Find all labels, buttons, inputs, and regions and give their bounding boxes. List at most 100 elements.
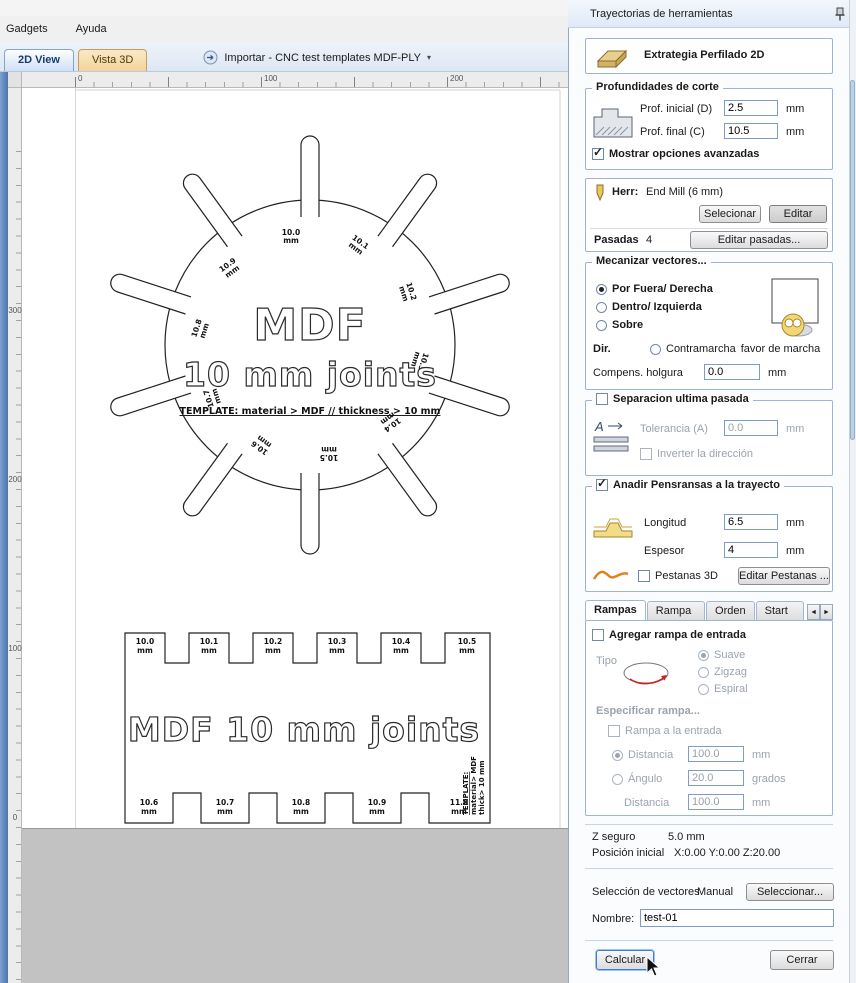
comb-size-label: 10.9 mm (368, 798, 387, 816)
comb-title: MDF 10 mm joints (128, 710, 480, 749)
ramp-distance2-input[interactable] (688, 794, 744, 810)
add-ramp-checkbox[interactable] (592, 629, 604, 641)
comb-size-label: 10.6 mm (140, 798, 159, 816)
ruler-left-200: 200 (8, 475, 22, 484)
ramp-distance-input[interactable] (688, 746, 744, 762)
import-toolpath-control[interactable]: Importar - CNC test templates MDF-PLY ▾ (197, 49, 437, 66)
menubar: Gadgets Ayuda (0, 16, 568, 42)
pin-icon[interactable] (834, 7, 846, 22)
tab-scroll-left-icon[interactable]: ◄ (807, 604, 821, 620)
end-mill-icon (596, 184, 604, 202)
depth-final-input[interactable] (724, 123, 778, 139)
add-tabs-title: Anadir Pensransas a la trayecto (613, 479, 780, 491)
tolerance-input[interactable] (724, 420, 778, 436)
ruler-top-200: 200 (450, 74, 464, 83)
comb-size-label: 10.7 mm (216, 798, 235, 816)
ramp-zigzag-radio[interactable] (698, 666, 709, 678)
edit-tabs-button[interactable]: Editar Pestanas ... (738, 567, 830, 585)
advanced-options-checkbox[interactable] (592, 145, 604, 160)
tab-thickness-label: Espesor (644, 545, 685, 557)
ramp-spiral-radio[interactable] (698, 683, 709, 695)
ramp-distance-radio[interactable] (612, 749, 623, 761)
ramp-angle-radio[interactable] (612, 773, 623, 785)
tool-edit-button[interactable]: Editar (769, 205, 827, 223)
on-vector-radio[interactable] (596, 319, 607, 331)
tool-label: Herr: (612, 186, 639, 198)
direction-label: Dir. (593, 343, 611, 355)
vector-selection-mode: Manual (697, 886, 734, 898)
cut-side-diagram (771, 278, 819, 337)
home-position-label: Posición inicial (592, 847, 665, 859)
safe-z-value: 5.0 mm (668, 831, 705, 843)
add-tabs-checkbox[interactable] (596, 476, 608, 491)
tab-scroll-right-icon[interactable]: ► (820, 604, 833, 620)
machine-vectors-section: Mecanizar vectores... Por Fuera/ Derecha… (585, 255, 833, 390)
tolerance-unit: mm (786, 423, 805, 435)
menu-ayuda[interactable]: Ayuda (76, 23, 107, 35)
toolpath-name-input[interactable] (640, 909, 834, 927)
ruler-left-300: 300 (8, 306, 22, 315)
canvas-outside-area[interactable] (22, 828, 568, 983)
tab-length-input[interactable] (724, 514, 778, 530)
last-pass-checkbox[interactable] (596, 393, 608, 405)
tabs-3d-checkbox[interactable] (638, 570, 650, 582)
close-button[interactable]: Cerrar (770, 950, 834, 970)
menu-gadgets[interactable]: Gadgets (6, 23, 48, 35)
advanced-options-label: Mostrar opciones avanzadas (609, 148, 760, 160)
tab-vista-3d[interactable]: Vista 3D (78, 49, 148, 71)
depth-start-input[interactable] (724, 100, 778, 116)
tool-select-button[interactable]: Selecionar (699, 205, 761, 223)
import-dropdown-icon[interactable]: ▾ (427, 53, 431, 62)
ruler-left-0: 0 (12, 813, 18, 822)
comb-size-label: 10.8 mm (292, 798, 311, 816)
ramp-type-label: Tipo (596, 655, 617, 667)
outside-right-radio[interactable] (596, 283, 607, 295)
comb-template-vector[interactable]: 10.0 mm 10.1 mm 10.2 mm 10.3 mm 10.4 mm 10.5 m… (124, 632, 491, 824)
ramp-tab-content: Agregar rampa de entrada Tipo Suave Zigz… (585, 620, 833, 816)
ramp-lead-checkbox[interactable] (608, 725, 620, 737)
tab-thickness-input[interactable] (724, 542, 778, 558)
svg-text:A: A (594, 419, 604, 434)
gear-size-label: 10.0 mm (282, 228, 301, 245)
tab-rampas[interactable]: Rampas (585, 600, 646, 620)
ramp-type-icon (623, 662, 669, 685)
edit-passes-button[interactable]: Editar pasadas... (690, 231, 828, 249)
profile-strategy-icon (596, 49, 628, 69)
climb-radio[interactable] (650, 343, 661, 355)
tab-2d-view[interactable]: 2D View (4, 49, 74, 71)
ramp-angle-input[interactable] (688, 770, 744, 786)
comb-size-label: 10.2 mm (264, 637, 283, 655)
allowance-input[interactable] (704, 364, 760, 380)
gear-title-joints: 10 mm joints (183, 355, 437, 394)
ramp-distance-unit: mm (752, 749, 771, 761)
specify-ramp-label: Especificar rampa... (596, 705, 700, 717)
tab-profile-icon (593, 518, 633, 538)
safe-z-label: Z seguro (592, 831, 636, 843)
panel-title: Trayectorias de herramientas (590, 7, 733, 20)
ramp-tab-bar: Rampas Rampa L. Orden Start At ◄ ► (585, 600, 833, 635)
horizontal-ruler[interactable]: 0 100 200 (22, 72, 568, 88)
vector-drawing: 10.0 mm 10.1mm 10.2mm 10.3mm 10.4mm 10.5m… (75, 89, 561, 828)
allowance-label: Compens. holgura (593, 367, 683, 379)
depth-start-unit: mm (786, 103, 805, 115)
tab-orden[interactable]: Orden (706, 601, 755, 620)
left-dock-bar[interactable] (0, 72, 8, 983)
panel-scrollbar-thumb[interactable] (850, 80, 855, 440)
climb-label: Contramarcha (666, 343, 736, 355)
inside-left-radio[interactable] (596, 301, 607, 313)
vertical-ruler[interactable]: 300 200 100 0 (8, 88, 22, 983)
comb-size-label: 10.5 mm (458, 637, 477, 655)
tab-start-at[interactable]: Start At (755, 601, 805, 635)
tolerance-icon: A (593, 419, 629, 452)
reverse-direction-checkbox[interactable] (640, 448, 652, 460)
tab-rampa-l[interactable]: Rampa L. (646, 601, 706, 635)
gear-template-vector[interactable]: 10.0 mm 10.1mm 10.2mm 10.3mm 10.4mm 10.5m… (108, 135, 511, 555)
import-icon (203, 50, 218, 65)
cut-depths-title: Profundidades de corte (592, 81, 723, 93)
ruler-top-100: 100 (264, 74, 278, 83)
view-tab-row: 2D View Vista 3D Importar - CNC test tem… (0, 42, 568, 72)
ramp-smooth-radio[interactable] (698, 649, 709, 661)
select-vectors-button[interactable]: Seleccionar... (746, 883, 834, 901)
mouse-cursor (646, 956, 661, 977)
comb-size-label: 10.3 mm (328, 637, 347, 655)
